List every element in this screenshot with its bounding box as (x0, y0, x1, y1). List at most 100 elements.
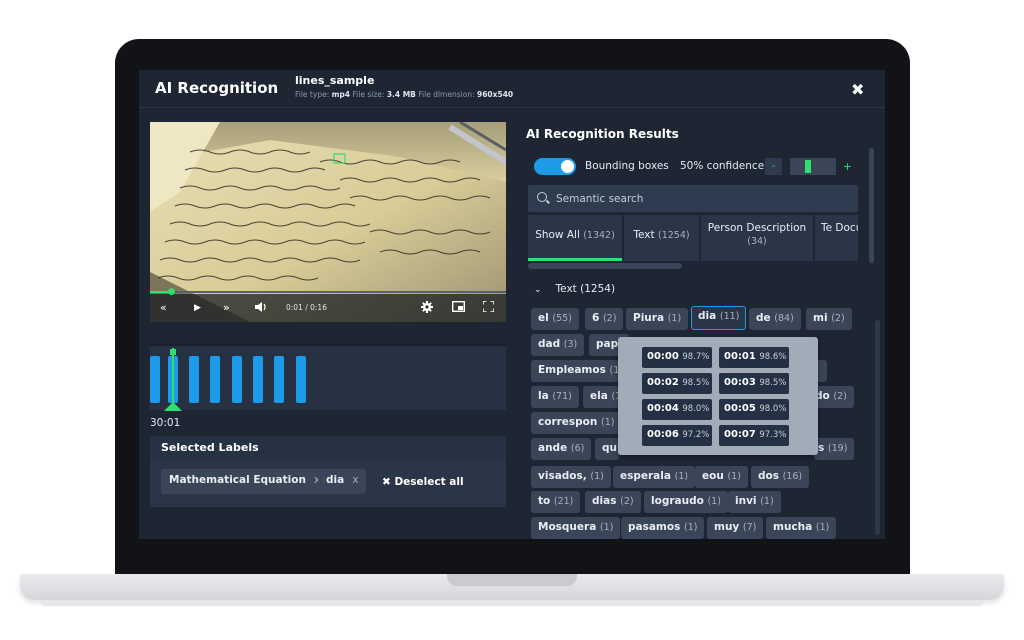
label-chip[interactable]: dad (3) (531, 334, 585, 356)
label-chip[interactable]: correspon (1) (531, 412, 619, 434)
tab-text-document[interactable]: Te Docu (815, 215, 858, 261)
label-timeline[interactable] (150, 344, 506, 411)
chip-count: (55) (552, 313, 572, 324)
fullscreen-glyph (482, 300, 495, 313)
label-chip[interactable]: esperala (1) (613, 466, 696, 488)
settings-icon[interactable] (421, 301, 433, 317)
remove-chip-icon[interactable]: x (352, 474, 358, 486)
timeline-segment[interactable] (189, 356, 199, 403)
timeline-segment[interactable] (253, 356, 263, 403)
label-chip[interactable]: ande (6) (531, 438, 592, 460)
timestamp-time: 00:07 (724, 429, 756, 440)
chip-label: dias (592, 495, 617, 507)
chip-label: lograudo (651, 495, 704, 507)
picture-in-picture-icon[interactable] (451, 300, 466, 316)
chip-count: (21) (553, 496, 574, 507)
results-scrollbar[interactable] (869, 148, 874, 263)
chip-count: (1) (760, 496, 774, 507)
chip-label: de (756, 312, 771, 324)
label-chip[interactable]: de (84) (749, 308, 801, 330)
timestamp-confidence: 98.5% (682, 378, 710, 388)
timeline-segment[interactable] (296, 356, 306, 403)
timeline-playhead-handle[interactable] (164, 402, 182, 411)
selected-chip-mathematical-equation: Mathematical Equationx (161, 469, 329, 494)
timestamp-chip[interactable]: 00:01 98.6% (719, 347, 789, 368)
timestamp-time: 00:03 (724, 377, 756, 388)
chip-label: dia (698, 310, 717, 322)
label-chip[interactable]: eou (1) (695, 466, 748, 488)
rewind-icon[interactable]: « (160, 301, 167, 315)
timestamp-confidence: 98.6% (759, 352, 787, 362)
timeline-segment[interactable] (274, 356, 284, 403)
modal-header: AI Recognition lines_sample File type: m… (139, 70, 885, 108)
label-chip-selected[interactable]: dia (11) (691, 306, 747, 330)
timeline-segment[interactable] (232, 356, 242, 403)
tab-text[interactable]: Text (1254) (624, 215, 699, 261)
chip-label: eou (702, 470, 724, 482)
confidence-slider-thumb[interactable] (805, 160, 811, 173)
semantic-search-input[interactable] (556, 185, 851, 212)
close-icon[interactable]: ✖ (851, 80, 864, 99)
chip-label: la (538, 390, 549, 402)
label-chip[interactable]: el (55) (531, 308, 579, 330)
chips-scrollbar[interactable] (875, 320, 880, 535)
chip-label: visados, (538, 470, 587, 482)
timestamp-chip[interactable]: 00:05 98.0% (719, 399, 789, 420)
timestamp-chip[interactable]: 00:02 98.5% (642, 373, 712, 394)
video-time: 0:01 / 0:16 (286, 303, 327, 312)
label-chip[interactable]: pasamos (1) (621, 517, 705, 539)
chip-label: ela (590, 390, 608, 402)
chip-label: muy (714, 521, 740, 533)
confidence-decrease-button[interactable]: - (765, 158, 782, 175)
results-tabs: Show All (1342) Text (1254) Person Descr… (528, 215, 858, 261)
tab-show-all[interactable]: Show All (1342) (528, 215, 622, 261)
progress-knob[interactable] (168, 288, 175, 295)
fullscreen-icon[interactable] (482, 300, 495, 316)
tabs-scrollbar[interactable] (528, 263, 682, 269)
tab-person-description[interactable]: Person Description (34) (701, 215, 813, 261)
confidence-slider[interactable] (790, 158, 836, 175)
label-chip[interactable]: muy (7) (707, 517, 764, 539)
chip-count: (1) (815, 522, 830, 533)
timestamp-chip[interactable]: 00:04 98.0% (642, 399, 712, 420)
chip-label: ande (538, 442, 568, 454)
timeline-playhead[interactable] (172, 348, 174, 406)
chip-label: dos (758, 470, 779, 482)
label-chip[interactable]: dos (16) (751, 466, 810, 488)
label-chip[interactable]: Piura (1) (626, 308, 689, 330)
deselect-all-button[interactable]: ✖ Deselect all (382, 476, 464, 488)
text-group-header[interactable]: ⌄ Text (1254) (534, 283, 615, 295)
chip-label: pasamos (628, 521, 681, 533)
timestamp-chip[interactable]: 00:03 98.5% (719, 373, 789, 394)
confidence-increase-button[interactable]: + (839, 158, 856, 175)
timestamp-chip[interactable]: 00:06 97.2% (642, 425, 712, 446)
play-icon[interactable]: ▶ (194, 301, 201, 315)
bounding-boxes-toggle[interactable] (534, 158, 576, 175)
label-chip[interactable]: mi (2) (806, 308, 852, 330)
chip-count: (19) (827, 443, 848, 454)
label-chip[interactable]: la (71) (531, 386, 579, 408)
label-chip[interactable]: lograudo (1) (644, 491, 728, 513)
chip-count: (7) (742, 522, 757, 533)
label-chip[interactable]: dias (2) (585, 491, 641, 513)
timestamp-chip[interactable]: 00:07 97.3% (719, 425, 789, 446)
label-chip[interactable]: mucha (1) (766, 517, 837, 539)
timeline-segment[interactable] (150, 356, 160, 403)
label-chip[interactable]: Empleamos (1) (531, 360, 619, 382)
label-chip[interactable]: invi (1) (728, 491, 781, 513)
chip-count: (1) (727, 471, 741, 482)
label-chip[interactable]: Mosquera (1) (531, 517, 621, 539)
label-chip[interactable]: 6 (2) (585, 308, 624, 330)
label-chip[interactable]: visados, (1) (531, 466, 611, 488)
label-chip[interactable]: ela (1 (583, 386, 619, 408)
chip-label: s (818, 442, 825, 454)
label-chip[interactable]: to (21) (531, 491, 581, 513)
volume-icon[interactable] (254, 301, 267, 317)
timeline-segment[interactable] (210, 356, 220, 403)
chip-count: (2) (831, 313, 845, 324)
progress-track[interactable] (150, 288, 506, 295)
timestamp-chip[interactable]: 00:00 98.7% (642, 347, 712, 368)
label-chip[interactable]: qu (595, 438, 619, 460)
label-chip[interactable]: s (19) (814, 438, 855, 460)
fast-forward-icon[interactable]: » (223, 301, 230, 315)
